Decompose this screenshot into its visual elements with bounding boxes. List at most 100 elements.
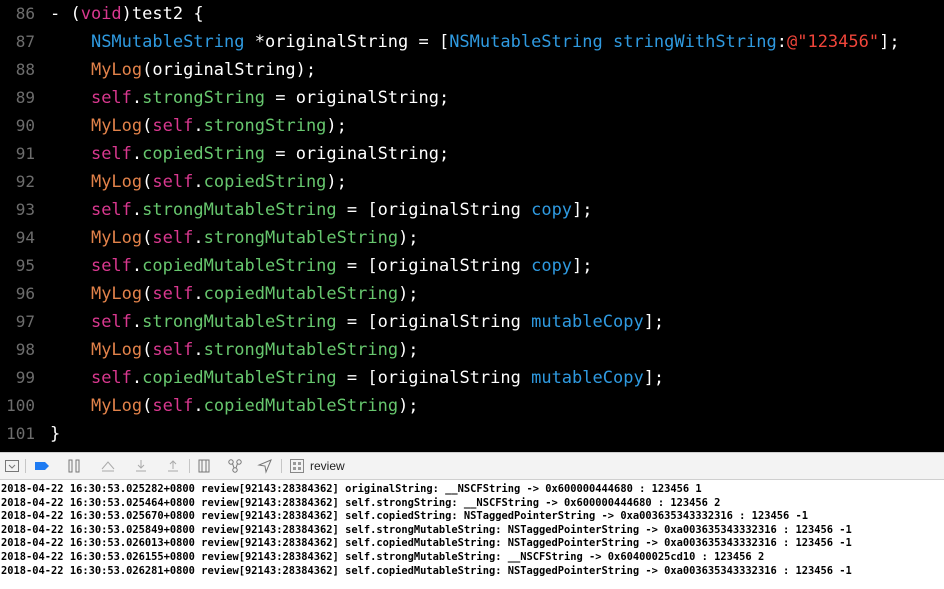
code-token: mutableCopy xyxy=(531,312,644,332)
code-token: copy xyxy=(531,200,573,220)
code-token: } xyxy=(50,424,61,444)
code-token: @"123456" xyxy=(786,32,880,52)
code-token: . xyxy=(131,368,143,388)
line-number: 87 xyxy=(15,32,35,51)
console-log-line: 2018-04-22 16:30:53.025670+0800 review[9… xyxy=(1,510,808,523)
code-token: self xyxy=(152,228,194,248)
code-line[interactable]: 101} xyxy=(0,420,60,448)
target-process-icon[interactable] xyxy=(289,458,305,474)
view-hierarchy-icon[interactable] xyxy=(196,458,212,474)
code-editor[interactable]: 86- (void)test2 {87 NSMutableString *ori… xyxy=(0,0,944,452)
code-line[interactable]: 96 MyLog(self.copiedMutableString); xyxy=(0,280,419,308)
code-line[interactable]: 100 MyLog(self.copiedMutableString); xyxy=(0,392,418,420)
code-token: (originalString); xyxy=(142,60,317,80)
code-token: ]; xyxy=(879,32,900,52)
line-number: 93 xyxy=(15,200,35,219)
code-token: self xyxy=(152,116,194,136)
code-token: NSMutableString xyxy=(90,32,245,52)
code-token: ); xyxy=(398,228,419,248)
code-text: MyLog(self.copiedMutableString); xyxy=(50,280,419,308)
code-token: copiedMutableString xyxy=(203,396,399,416)
code-token: copiedString xyxy=(203,172,327,192)
code-token: MyLog xyxy=(90,284,143,304)
code-token: self xyxy=(90,312,132,332)
line-number: 88 xyxy=(15,60,35,79)
step-into-icon[interactable] xyxy=(133,458,149,474)
toolbar-divider xyxy=(189,459,190,473)
code-line[interactable]: 91 self.copiedString = originalString; xyxy=(0,140,449,168)
code-line[interactable]: 89 self.strongString = originalString; xyxy=(0,84,449,112)
code-token: strongMutableString xyxy=(203,228,399,248)
console-log-line: 2018-04-22 16:30:53.025464+0800 review[9… xyxy=(1,496,721,509)
console-output[interactable]: 2018-04-22 16:30:53.025282+0800 review[9… xyxy=(0,480,944,589)
code-line[interactable]: 86 - (void)test2 { xyxy=(0,0,204,28)
code-line[interactable]: 90 MyLog(self.strongString); xyxy=(0,112,347,140)
code-token: strongString xyxy=(142,88,265,108)
code-token: . xyxy=(193,340,204,360)
code-token: ); xyxy=(398,396,419,416)
code-token: self xyxy=(152,340,194,360)
memory-graph-icon[interactable] xyxy=(227,458,243,474)
code-token: MyLog xyxy=(90,172,143,192)
code-token: ( xyxy=(142,228,153,248)
code-token: = [originalString xyxy=(336,368,532,388)
process-name-label[interactable]: review xyxy=(310,453,345,480)
line-number: 99 xyxy=(15,368,35,387)
code-text: self.copiedMutableString = [originalStri… xyxy=(50,364,664,392)
code-line[interactable]: 95 self.copiedMutableString = [originalS… xyxy=(0,252,593,280)
pause-icon[interactable] xyxy=(66,458,82,474)
step-over-icon[interactable] xyxy=(100,458,116,474)
console-log-line: 2018-04-22 16:30:53.026281+0800 review[9… xyxy=(1,564,852,577)
code-token: . xyxy=(131,256,143,276)
code-line[interactable]: 94 MyLog(self.strongMutableString); xyxy=(0,224,419,252)
code-token: strongMutableString xyxy=(203,340,399,360)
code-token: self xyxy=(152,396,194,416)
code-token: self xyxy=(90,88,132,108)
simulate-location-icon[interactable] xyxy=(257,458,273,474)
code-line[interactable]: 97 self.strongMutableString = [originalS… xyxy=(0,308,664,336)
code-text: - (void)test2 { xyxy=(50,0,204,28)
code-token: = originalString; xyxy=(264,88,450,108)
hide-debug-area-icon[interactable] xyxy=(4,458,20,474)
code-token: self xyxy=(90,256,132,276)
code-token: ); xyxy=(326,116,347,136)
step-out-icon[interactable] xyxy=(165,458,181,474)
code-line[interactable]: 99 self.copiedMutableString = [originalS… xyxy=(0,364,664,392)
line-number: 94 xyxy=(15,228,35,247)
code-token: ( xyxy=(142,116,153,136)
line-number: 100 xyxy=(6,396,35,415)
code-token: self xyxy=(90,144,132,164)
code-token: ]; xyxy=(572,256,593,276)
code-line[interactable]: 98 MyLog(self.strongMutableString); xyxy=(0,336,419,364)
code-token: self xyxy=(90,368,132,388)
code-token: MyLog xyxy=(90,340,143,360)
code-line[interactable]: 88 MyLog(originalString); xyxy=(0,56,316,84)
code-line[interactable]: 92 MyLog(self.copiedString); xyxy=(0,168,347,196)
code-text: NSMutableString *originalString = [NSMut… xyxy=(50,28,900,56)
code-token: . xyxy=(131,200,143,220)
code-text: self.copiedString = originalString; xyxy=(50,140,449,168)
console-log-line: 2018-04-22 16:30:53.025282+0800 review[9… xyxy=(1,483,702,495)
breakpoints-toggle-icon[interactable] xyxy=(34,458,50,474)
code-token: ); xyxy=(398,340,419,360)
code-line[interactable]: 93 self.strongMutableString = [originalS… xyxy=(0,196,593,224)
code-line[interactable]: 87 NSMutableString *originalString = [NS… xyxy=(0,28,900,56)
code-token: . xyxy=(193,172,204,192)
code-token: self xyxy=(152,284,194,304)
code-text: MyLog(self.strongString); xyxy=(50,112,347,140)
code-token: . xyxy=(131,144,143,164)
line-number: 96 xyxy=(15,284,35,303)
code-token: NSMutableString xyxy=(449,32,603,52)
code-token: ); xyxy=(326,172,347,192)
